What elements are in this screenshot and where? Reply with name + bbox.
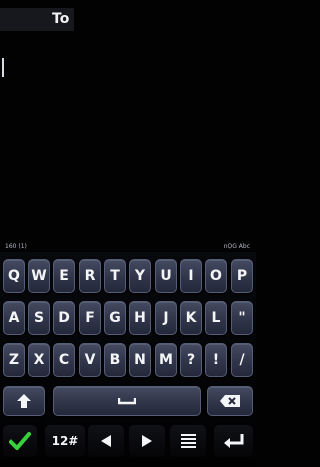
key-h[interactable]: H: [129, 301, 151, 335]
key-d[interactable]: D: [53, 301, 75, 335]
left-arrow-button[interactable]: [88, 425, 124, 457]
backspace-icon: [220, 395, 240, 407]
key-q[interactable]: Q: [3, 259, 25, 293]
input-mode-indicator: nỌG Abc: [223, 243, 250, 250]
key-v[interactable]: V: [79, 343, 101, 377]
key-x[interactable]: X: [28, 343, 50, 377]
key-w[interactable]: W: [28, 259, 50, 293]
mode-switch-button[interactable]: 12#: [45, 425, 85, 457]
checkmark-icon: [9, 432, 31, 450]
enter-button[interactable]: [214, 425, 253, 457]
key-g[interactable]: G: [104, 301, 126, 335]
confirm-button[interactable]: [3, 425, 37, 457]
space-key[interactable]: [53, 386, 201, 416]
key-y[interactable]: Y: [129, 259, 151, 293]
key-c[interactable]: C: [53, 343, 75, 377]
key-t[interactable]: T: [104, 259, 126, 293]
key-j[interactable]: J: [155, 301, 177, 335]
to-label: To: [52, 11, 70, 27]
key-p[interactable]: P: [231, 259, 253, 293]
shift-arrow-icon: [17, 394, 31, 408]
space-bar-icon: [118, 398, 136, 405]
key-m[interactable]: M: [155, 343, 177, 377]
right-arrow-icon: [142, 435, 152, 447]
key-i[interactable]: I: [180, 259, 202, 293]
key-r[interactable]: R: [79, 259, 101, 293]
key-slash[interactable]: /: [231, 343, 253, 377]
message-text-area[interactable]: [0, 36, 256, 239]
key-u[interactable]: U: [155, 259, 177, 293]
message-editor-screen: To 160 (1) nỌG Abc Q W E R T Y U I O P A…: [0, 0, 256, 467]
right-arrow-button[interactable]: [129, 425, 165, 457]
key-exclamation[interactable]: !: [205, 343, 227, 377]
key-l[interactable]: L: [205, 301, 227, 335]
key-e[interactable]: E: [53, 259, 75, 293]
character-counter: 160 (1): [5, 243, 27, 250]
key-question[interactable]: ?: [180, 343, 202, 377]
enter-icon: [223, 434, 243, 448]
backspace-key[interactable]: [207, 386, 253, 416]
mode-switch-label: 12#: [51, 434, 79, 448]
key-a[interactable]: A: [3, 301, 25, 335]
key-f[interactable]: F: [79, 301, 101, 335]
menu-icon: [180, 434, 196, 448]
left-arrow-icon: [101, 435, 111, 447]
key-s[interactable]: S: [28, 301, 50, 335]
key-n[interactable]: N: [129, 343, 151, 377]
virtual-keyboard: Q W E R T Y U I O P A S D F G H J K L " …: [0, 252, 256, 467]
menu-button[interactable]: [170, 425, 206, 457]
key-z[interactable]: Z: [3, 343, 25, 377]
key-k[interactable]: K: [180, 301, 202, 335]
key-b[interactable]: B: [104, 343, 126, 377]
key-quote[interactable]: ": [231, 301, 253, 335]
shift-key[interactable]: [3, 386, 45, 416]
key-o[interactable]: O: [205, 259, 227, 293]
text-cursor: [2, 58, 4, 77]
